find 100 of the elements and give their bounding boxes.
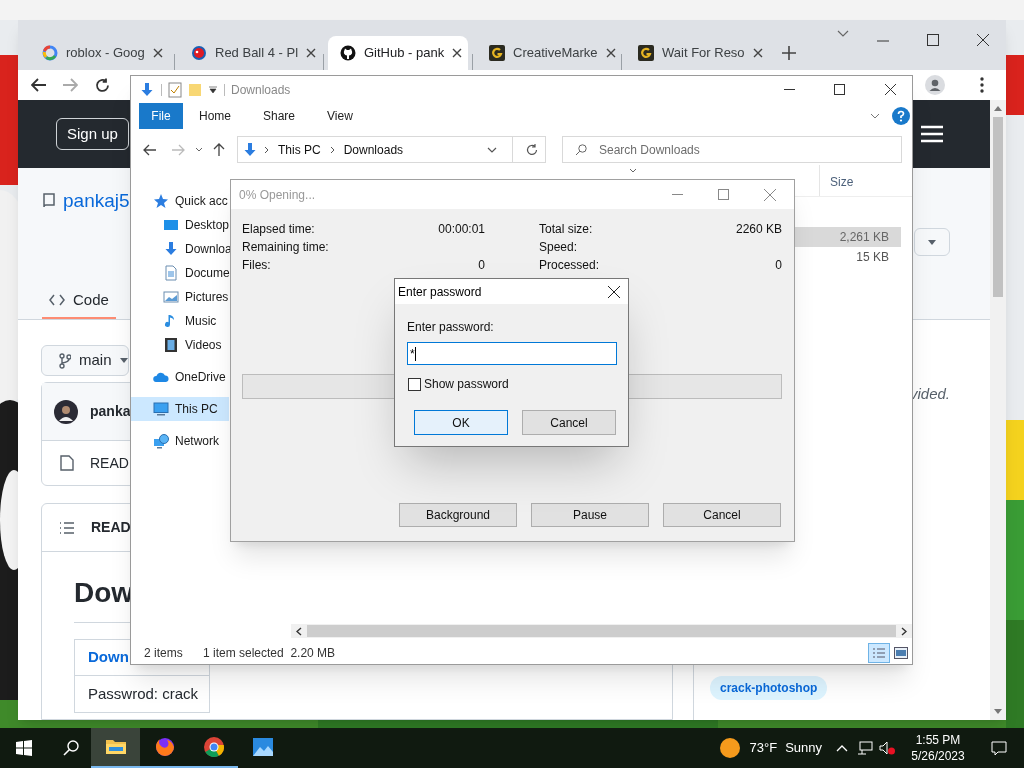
maximize-icon[interactable] <box>927 34 939 46</box>
ribbon-tab[interactable]: View <box>311 103 369 129</box>
scroll-left-icon[interactable] <box>296 626 302 636</box>
chevron-down-icon[interactable] <box>870 113 880 119</box>
chevron-down-icon[interactable] <box>837 30 849 38</box>
dialog-button[interactable]: Background <box>399 503 517 527</box>
taskbar-app[interactable] <box>91 728 140 768</box>
menu-icon[interactable] <box>920 125 944 143</box>
browser-tab[interactable]: roblox - Goog <box>30 36 170 70</box>
dialog-button[interactable]: Cancel <box>663 503 781 527</box>
plus-icon[interactable] <box>782 46 796 60</box>
address-bar[interactable]: This PC Downloads <box>237 136 546 163</box>
large-icons-view-icon[interactable] <box>894 647 908 659</box>
nav-item[interactable]: Quick acc <box>131 189 229 213</box>
repo-link[interactable]: pankaj5 <box>63 187 130 216</box>
column-header[interactable]: Size <box>819 165 909 196</box>
menu-dots-icon[interactable] <box>980 77 984 93</box>
file-menu[interactable]: File <box>139 103 183 129</box>
back-arrow-icon[interactable] <box>143 143 156 156</box>
search-icon <box>575 143 587 156</box>
nav-item[interactable]: Pictures <box>131 285 229 309</box>
caret-down-icon <box>928 239 936 245</box>
nav-item[interactable]: OneDrive <box>131 365 229 389</box>
path-segment[interactable]: Downloads <box>340 140 407 159</box>
close-icon[interactable] <box>306 48 317 58</box>
nav-item[interactable]: Network <box>131 429 229 453</box>
stat-value: 00:00:01 <box>438 221 485 238</box>
temperature[interactable]: 73°F <box>749 738 778 758</box>
close-icon[interactable] <box>977 34 989 46</box>
nav-item[interactable]: Music <box>131 309 229 333</box>
scroll-up-icon[interactable] <box>994 106 1002 111</box>
branch-button[interactable]: main <box>41 345 129 376</box>
refresh-icon[interactable] <box>526 143 538 156</box>
up-arrow-icon[interactable] <box>213 143 225 156</box>
nav-item[interactable]: Videos <box>131 333 229 357</box>
close-icon[interactable] <box>152 48 163 58</box>
browser-tab[interactable]: Red Ball 4 - Pl <box>179 36 319 70</box>
browser-tab[interactable]: GitHub - pank <box>328 36 468 70</box>
windows-logo-icon[interactable] <box>16 740 32 756</box>
clock[interactable]: 1:55 PM 5/26/2023 <box>903 732 973 764</box>
scroll-down-icon[interactable] <box>994 709 1002 714</box>
close-icon[interactable] <box>752 48 763 58</box>
sign-up-button[interactable]: Sign up <box>56 118 129 150</box>
maximize-icon[interactable] <box>834 84 845 95</box>
ribbon-tab[interactable]: Home <box>183 103 247 129</box>
repo-icon <box>43 193 55 210</box>
file-name[interactable]: READ <box>90 452 129 474</box>
badge-icon <box>638 45 654 61</box>
checkbox[interactable] <box>408 377 421 391</box>
weather[interactable]: Sunny <box>785 738 822 758</box>
close-icon[interactable] <box>452 48 463 58</box>
muted-speaker-icon[interactable] <box>879 741 895 755</box>
nav-item[interactable]: Desktop <box>131 213 229 237</box>
stat-label: Total size: <box>539 221 593 238</box>
scroll-right-icon[interactable] <box>901 626 907 636</box>
stat-label: Processed: <box>539 257 600 274</box>
dialog-title: 0% Opening... <box>239 186 316 204</box>
scrollbar[interactable] <box>990 100 1006 720</box>
stat-label: Speed: <box>539 239 578 256</box>
chevron-up-icon[interactable] <box>836 744 848 752</box>
help-icon[interactable] <box>892 107 910 125</box>
film-icon <box>163 337 179 353</box>
code-tab[interactable]: Code <box>42 283 116 319</box>
branch-icon <box>59 352 71 369</box>
password-field[interactable]: * <box>407 342 617 365</box>
caret-down-icon[interactable] <box>208 85 218 94</box>
path-segment[interactable]: This PC <box>275 140 324 159</box>
selection-info: 1 item selected 2.20 MB <box>203 645 336 662</box>
profile-icon[interactable] <box>925 75 945 95</box>
checkbox-label[interactable]: Show password <box>424 375 509 393</box>
scrollbar-thumb[interactable] <box>307 625 896 637</box>
horizontal-scrollbar[interactable] <box>291 624 912 638</box>
properties-icon[interactable] <box>168 81 182 98</box>
ribbon-tab[interactable]: Share <box>247 103 312 129</box>
network-icon[interactable] <box>857 741 873 755</box>
notifications-icon[interactable] <box>991 740 1007 756</box>
close-icon[interactable] <box>885 84 896 95</box>
stat-value: 0 <box>478 257 485 274</box>
topic-tag[interactable]: crack-photoshop <box>710 676 828 700</box>
browser-tab[interactable]: CreativeMarke <box>477 36 617 70</box>
close-icon[interactable] <box>608 285 620 298</box>
dialog-button[interactable]: Cancel <box>522 410 616 435</box>
monitor-icon <box>153 401 169 417</box>
search-field[interactable]: Search Downloads <box>562 136 902 163</box>
sun-icon <box>719 738 740 758</box>
download-link[interactable]: Down <box>88 646 129 669</box>
chevron-down-icon[interactable] <box>195 147 203 152</box>
scrollbar-thumb[interactable] <box>993 117 1003 297</box>
dialog-button[interactable]: Pause <box>531 503 649 527</box>
dialog-button[interactable]: OK <box>414 410 508 435</box>
chevron-down-icon[interactable] <box>487 146 497 153</box>
reload-icon[interactable] <box>95 77 110 93</box>
ring-icon <box>42 45 58 61</box>
close-icon[interactable] <box>605 48 616 58</box>
nav-item[interactable]: This PC <box>131 397 229 421</box>
nav-item[interactable]: Docume <box>131 261 229 285</box>
nav-item[interactable]: Downloa <box>131 237 229 261</box>
back-arrow-icon[interactable] <box>31 78 46 92</box>
browser-tab[interactable]: Wait For Reso <box>626 36 766 70</box>
search-icon[interactable] <box>63 740 79 756</box>
